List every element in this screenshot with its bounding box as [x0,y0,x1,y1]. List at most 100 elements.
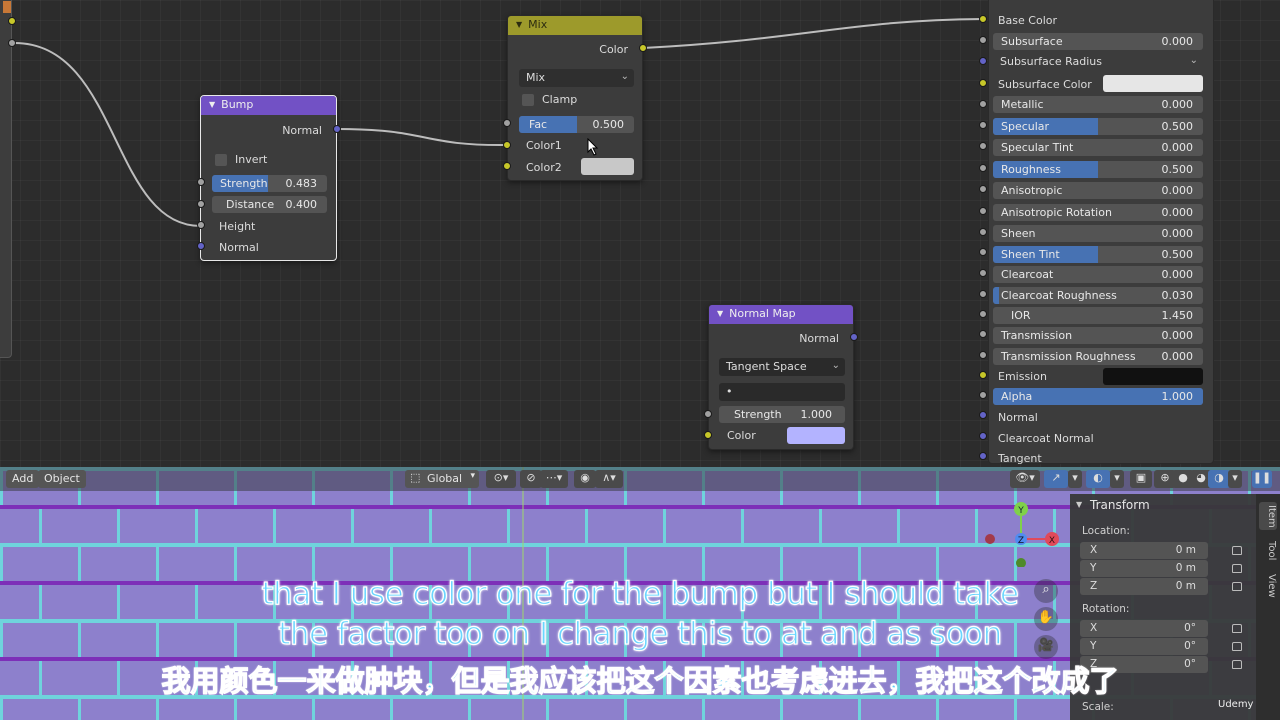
invert-checkbox[interactable] [215,154,227,166]
principled-bsdf-node[interactable]: Base Color Subsurface 0.000 Subsurface R… [988,0,1214,465]
alpha-field[interactable]: Alpha 1.000 [993,388,1203,405]
metallic-socket[interactable] [979,100,987,108]
normal-map-node[interactable]: ▼ Normal Map Normal Tangent Space ⌄ • Str… [708,304,854,450]
sheen-tint-socket[interactable] [979,248,987,256]
xray-icon[interactable]: ▣ [1130,470,1152,488]
lock-icon[interactable] [1232,564,1242,573]
pause-icon[interactable]: ❚❚ [1252,470,1272,488]
rendered-shading-icon[interactable]: ◑ [1208,470,1230,488]
sheen-tint-field[interactable]: Sheen Tint 0.500 [993,246,1203,263]
normal-map-node-header[interactable]: ▼ Normal Map [709,305,853,324]
roughness-socket[interactable] [979,164,987,172]
offscreen-socket-yellow[interactable] [8,17,16,25]
transmission-socket[interactable] [979,330,987,338]
tangent-socket[interactable] [979,452,987,460]
distance-field[interactable]: Distance 0.400 [212,196,327,213]
clearcoat-normal-socket[interactable] [979,432,987,440]
falloff-icon[interactable]: ∧▾ [595,470,623,488]
object-menu[interactable]: Object [38,470,86,488]
subsurface-field[interactable]: Subsurface 0.000 [993,33,1203,50]
snap-icon[interactable]: ⊘ [520,470,542,488]
color1-socket[interactable] [503,141,511,149]
normal-input-socket[interactable] [197,242,205,250]
emission-swatch[interactable] [1103,368,1203,385]
sheen-field[interactable]: Sheen 0.000 [993,225,1203,242]
overlays-icon[interactable]: ◐ [1086,470,1110,488]
height-socket[interactable] [197,221,205,229]
node-editor[interactable]: ▼ Bump Normal Invert Strength 0.483 Dista… [0,0,1280,467]
emission-socket[interactable] [979,371,987,379]
base-color-socket[interactable] [979,15,987,23]
location-y-field[interactable]: Y 0 m [1080,560,1208,577]
metallic-field[interactable]: Metallic 0.000 [993,96,1203,113]
navigation-gizmo[interactable]: Y X Z [980,497,1060,567]
collapse-arrow-icon[interactable]: ▼ [717,309,723,318]
specular-tint-socket[interactable] [979,142,987,150]
offscreen-socket-gray[interactable] [8,39,16,47]
snap-target-icon[interactable]: ⋯▾ [540,470,568,488]
clearcoat-field[interactable]: Clearcoat 0.000 [993,266,1203,283]
anisotropic-rotation-socket[interactable] [979,207,987,215]
location-x-field[interactable]: X 0 m [1080,542,1208,559]
collapse-arrow-icon[interactable]: ▼ [516,20,522,29]
transmission-roughness-field[interactable]: Transmission Roughness 0.000 [993,348,1203,365]
normal-map-output-socket[interactable] [850,333,858,341]
shading-chevron-icon[interactable]: ▾ [1228,470,1242,488]
gizmo-chevron-icon[interactable]: ▾ [1068,470,1082,488]
tab-item[interactable]: Item [1259,502,1277,530]
specular-socket[interactable] [979,121,987,129]
uv-map-field[interactable]: • [719,383,845,401]
fac-field[interactable]: Fac 0.500 [519,116,634,133]
collapse-arrow-icon[interactable]: ▼ [209,100,215,109]
anisotropic-rotation-field[interactable]: Anisotropic Rotation 0.000 [993,204,1203,221]
visibility-icon[interactable]: 👁▾ [1010,470,1040,488]
bump-node[interactable]: ▼ Bump Normal Invert Strength 0.483 Dista… [200,95,337,261]
overlays-chevron-icon[interactable]: ▾ [1110,470,1124,488]
subsurface-color-socket[interactable] [979,79,987,87]
offscreen-node[interactable] [0,0,12,358]
clearcoat-roughness-socket[interactable] [979,290,987,298]
normal-strength-field[interactable]: Strength 1.000 [719,406,845,423]
color2-socket[interactable] [503,162,511,170]
fac-socket[interactable] [503,119,511,127]
nm-color-socket[interactable] [704,431,712,439]
lock-icon[interactable] [1232,546,1242,555]
strength-socket[interactable] [197,178,205,186]
clearcoat-roughness-field[interactable]: Clearcoat Roughness 0.030 [993,287,1203,304]
ior-field[interactable]: IOR 1.450 [993,307,1203,324]
distance-socket[interactable] [197,200,205,208]
proportional-edit-icon[interactable]: ◉ [574,470,596,488]
gizmo-toggle-icon[interactable]: ↗ [1044,470,1068,488]
clamp-checkbox[interactable] [522,94,534,106]
mix-node[interactable]: ▼ Mix Color Mix ⌄ Clamp Fac 0.500 Color1 … [507,15,643,181]
blend-mode-dropdown[interactable]: Mix ⌄ [519,69,634,87]
principled-normal-socket[interactable] [979,411,987,419]
subsurface-color-swatch[interactable] [1103,75,1203,92]
ior-socket[interactable] [979,310,987,318]
mix-color-output-socket[interactable] [639,44,647,52]
nm-color-swatch[interactable] [787,427,845,444]
strength-field[interactable]: Strength 0.483 [212,175,327,192]
space-dropdown[interactable]: Tangent Space ⌄ [719,358,845,376]
orientation-dropdown[interactable]: ⬚ Global ▾ [405,470,479,488]
add-menu[interactable]: Add [6,470,40,488]
collapse-arrow-icon[interactable]: ▼ [1076,500,1082,509]
gizmo-neg-y[interactable] [1016,558,1026,567]
nm-strength-socket[interactable] [704,410,712,418]
anisotropic-socket[interactable] [979,185,987,193]
transmission-field[interactable]: Transmission 0.000 [993,327,1203,344]
specular-field[interactable]: Specular 0.500 [993,118,1203,135]
pivot-point-icon[interactable]: ⊙▾ [486,470,516,488]
gizmo-neg-x[interactable] [985,534,995,544]
clearcoat-socket[interactable] [979,269,987,277]
roughness-field[interactable]: Roughness 0.500 [993,161,1203,178]
bump-node-header[interactable]: ▼ Bump [201,96,336,115]
alpha-socket[interactable] [979,391,987,399]
subsurface-radius-dropdown[interactable]: Subsurface Radius ⌄ [993,53,1203,71]
specular-tint-field[interactable]: Specular Tint 0.000 [993,139,1203,156]
color2-swatch[interactable] [581,158,634,175]
transmission-roughness-socket[interactable] [979,351,987,359]
tab-tool[interactable]: Tool [1259,538,1277,564]
subsurface-socket[interactable] [979,36,987,44]
anisotropic-field[interactable]: Anisotropic 0.000 [993,182,1203,199]
